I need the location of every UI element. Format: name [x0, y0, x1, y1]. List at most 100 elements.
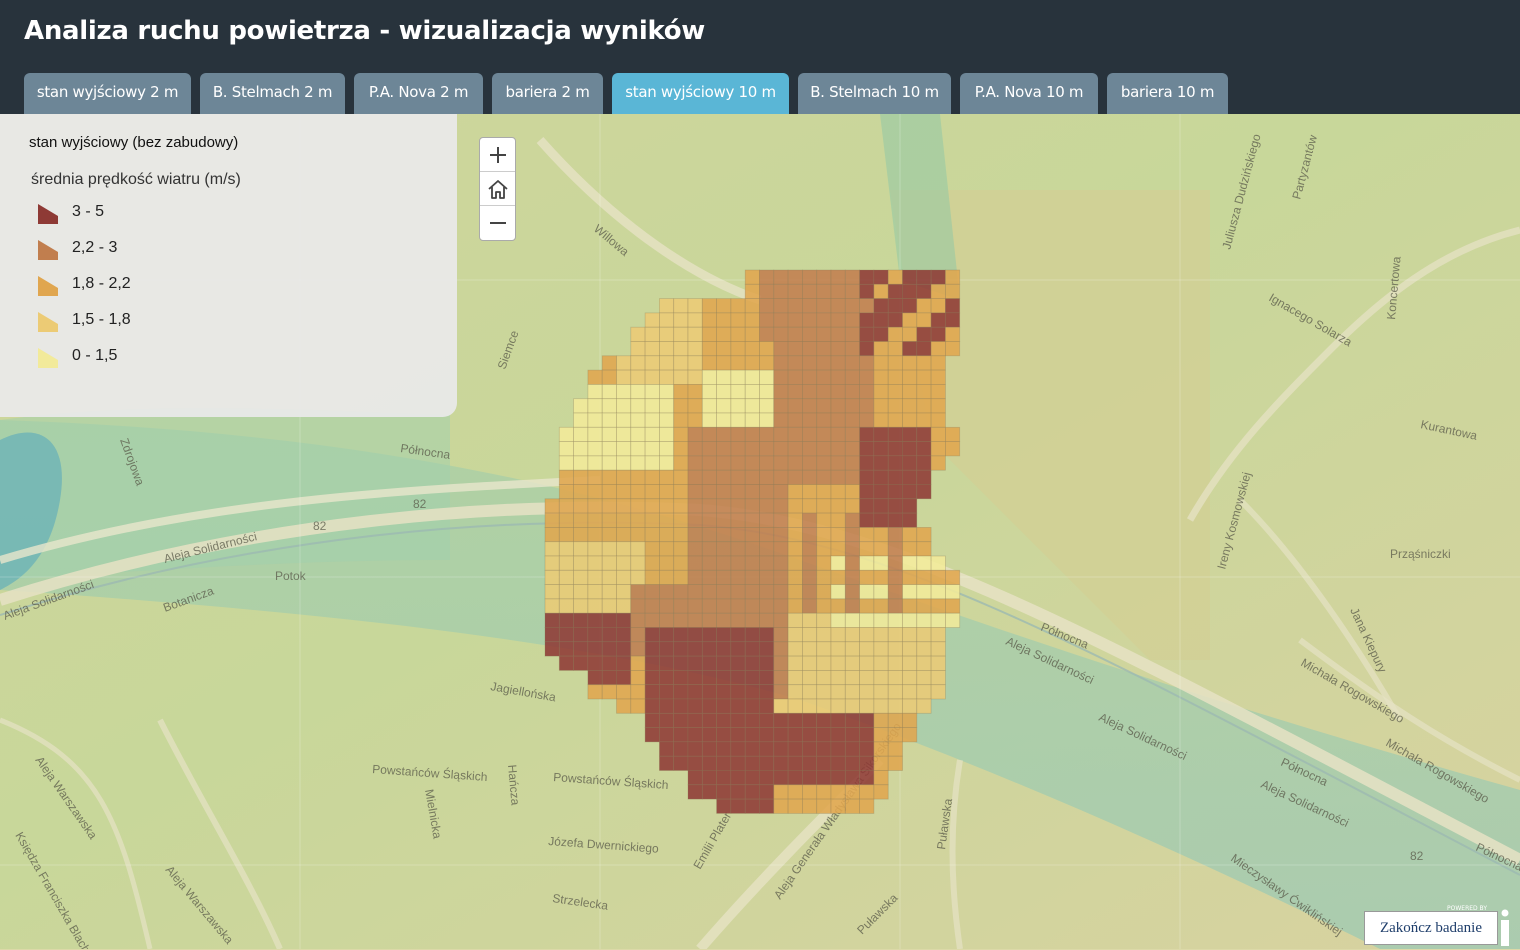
svg-text:Potok: Potok: [275, 569, 307, 583]
wind-grid-cell: [802, 555, 818, 571]
wind-grid-cell: [773, 498, 789, 514]
wind-grid-cell: [844, 269, 860, 285]
wind-grid-cell: [916, 684, 932, 700]
wind-grid-cell: [673, 712, 689, 728]
wind-grid-cell: [773, 541, 789, 557]
wind-grid-cell: [730, 312, 746, 328]
wind-grid-cell: [816, 555, 832, 571]
wind-grid-cell: [802, 712, 818, 728]
wind-grid-cell: [659, 484, 675, 500]
wind-grid-cell: [873, 612, 889, 628]
wind-grid-cell: [573, 484, 589, 500]
wind-grid-cell: [787, 684, 803, 700]
wind-grid-cell: [616, 484, 632, 500]
wind-grid-cell: [558, 469, 574, 485]
wind-grid-cell: [659, 298, 675, 314]
wind-grid-cell: [859, 784, 875, 800]
wind-grid-cell: [630, 469, 646, 485]
wind-grid-cell: [759, 627, 775, 643]
wind-grid-cell: [630, 369, 646, 385]
wind-grid-cell: [787, 383, 803, 400]
wind-grid-cell: [902, 398, 918, 414]
tab-bariera-10m[interactable]: bariera 10 m: [1107, 73, 1228, 114]
zoom-out-button[interactable]: [480, 206, 515, 239]
wind-grid-cell: [930, 441, 946, 457]
home-button[interactable]: [480, 172, 515, 205]
tab-b-stelmach-10m[interactable]: B. Stelmach 10 m: [798, 73, 951, 114]
wind-grid-cell: [830, 355, 846, 371]
wind-grid-cell: [787, 698, 803, 714]
wind-grid-cell: [558, 512, 574, 528]
wind-grid-cell: [887, 670, 903, 686]
wind-grid-cell: [816, 684, 832, 700]
wind-grid-cell: [744, 684, 760, 700]
wind-grid-cell: [644, 670, 660, 686]
wind-grid-cell: [787, 784, 803, 800]
tab-stan-wyjsciowy-2m[interactable]: stan wyjściowy 2 m: [24, 73, 191, 114]
wind-grid-cell: [773, 727, 789, 743]
wind-grid-cell: [859, 541, 875, 557]
wind-grid-cell: [716, 612, 732, 628]
wind-grid-cell: [759, 541, 775, 557]
wind-grid-cell: [744, 798, 760, 814]
wind-grid-cell: [716, 398, 732, 414]
wind-grid-cell: [887, 569, 903, 585]
wind-grid-cell: [701, 670, 717, 686]
tab-pa-nova-10m[interactable]: P.A. Nova 10 m: [960, 73, 1098, 114]
wind-grid-cell: [616, 541, 632, 557]
wind-grid-cell: [859, 412, 875, 428]
wind-grid-cell: [945, 312, 961, 328]
wind-grid-cell: [558, 498, 574, 514]
wind-grid-cell: [830, 369, 846, 385]
wind-grid-cell: [630, 455, 646, 471]
tab-bariera-2m[interactable]: bariera 2 m: [492, 73, 603, 114]
legend-swatch: [38, 240, 58, 260]
wind-grid-cell: [759, 641, 775, 657]
wind-grid-cell: [945, 341, 961, 357]
finish-survey-button[interactable]: Zakończ badanie: [1364, 911, 1498, 945]
wind-grid-cell: [902, 269, 918, 285]
wind-grid-cell: [830, 612, 846, 628]
wind-grid-cell: [630, 355, 646, 371]
wind-grid-cell: [587, 426, 603, 442]
wind-grid-cell: [601, 612, 617, 628]
wind-grid-cell: [673, 555, 689, 571]
wind-grid-cell: [787, 741, 803, 757]
wind-grid-cell: [802, 469, 818, 485]
wind-grid-cell: [930, 355, 946, 371]
wind-grid-cell: [644, 698, 660, 714]
wind-grid-cell: [916, 398, 932, 414]
wind-grid-cell: [744, 412, 760, 428]
tab-b-stelmach-2m[interactable]: B. Stelmach 2 m: [200, 73, 345, 114]
wind-grid-cell: [773, 555, 789, 571]
wind-grid-cell: [859, 755, 875, 771]
wind-grid-cell: [687, 684, 703, 700]
info-button[interactable]: [1498, 908, 1512, 946]
wind-grid-cell: [859, 441, 875, 457]
wind-grid-cell: [587, 569, 603, 585]
wind-grid-cell: [659, 555, 675, 571]
wind-grid-cell: [659, 655, 675, 671]
tab-pa-nova-2m[interactable]: P.A. Nova 2 m: [354, 73, 483, 114]
zoom-in-button[interactable]: [480, 138, 515, 171]
tab-stan-wyjsciowy-10m[interactable]: stan wyjściowy 10 m: [612, 73, 789, 114]
wind-grid-cell: [802, 398, 818, 414]
wind-grid-cell: [844, 512, 860, 528]
wind-grid-cell: [687, 641, 703, 657]
wind-grid-cell: [601, 484, 617, 500]
wind-grid-cell: [701, 412, 717, 428]
wind-grid-cell: [673, 312, 689, 328]
wind-grid-cell: [573, 569, 589, 585]
wind-grid-cell: [816, 569, 832, 585]
wind-grid-cell: [802, 741, 818, 757]
wind-grid-cell: [873, 655, 889, 671]
wind-grid-cell: [630, 698, 646, 714]
wind-grid-cell: [773, 798, 789, 814]
wind-grid-cell: [873, 698, 889, 714]
wind-grid-cell: [887, 369, 903, 385]
wind-grid-cell: [687, 441, 703, 457]
wind-grid-cell: [859, 712, 875, 728]
wind-grid-cell: [659, 627, 675, 643]
wind-grid-cell: [787, 641, 803, 657]
wind-grid-cell: [730, 355, 746, 371]
